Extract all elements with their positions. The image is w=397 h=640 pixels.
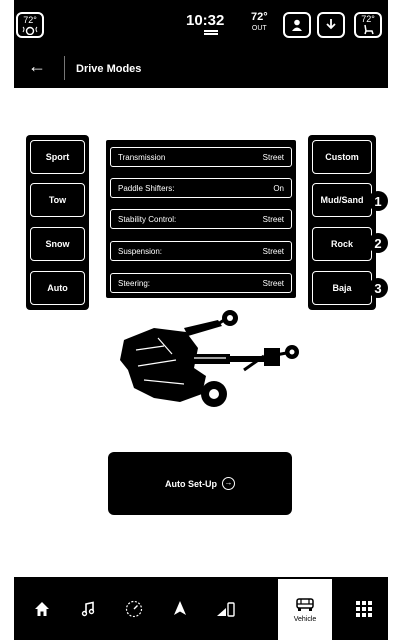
setting-name: Steering: <box>118 278 151 288</box>
setting-value: Street <box>262 278 284 288</box>
phone-signal-icon <box>217 601 235 617</box>
nav-apps[interactable] <box>346 577 382 640</box>
left-mode-column: Sport Tow Snow Auto <box>26 135 89 310</box>
nav-vehicle[interactable]: Vehicle <box>278 579 332 640</box>
setting-row-suspension[interactable]: Suspension: Street <box>110 241 292 261</box>
drive-modes-screen: 72° 10:32 72° OUT 72° ← Drive Modes Spor… <box>14 0 388 640</box>
custom-mode-button[interactable]: Custom <box>312 140 372 174</box>
auto-mode-button[interactable]: Auto <box>30 271 85 305</box>
download-button[interactable] <box>317 12 345 38</box>
heated-steering-wheel-icon <box>22 26 38 35</box>
auto-setup-label: Auto Set-Up <box>165 478 217 489</box>
page-title: Drive Modes <box>76 63 142 75</box>
bottom-nav-bar: Vehicle <box>14 577 388 640</box>
sport-mode-button[interactable]: Sport <box>30 140 85 174</box>
nav-vehicle-label: Vehicle <box>293 616 317 623</box>
right-climate-temp: 72° <box>361 14 375 24</box>
setting-value: Street <box>262 246 284 256</box>
nav-media[interactable] <box>70 577 106 640</box>
auto-setup-button[interactable]: Auto Set-Up → <box>108 452 292 515</box>
left-climate-button[interactable]: 72° <box>16 12 44 38</box>
setting-row-transmission[interactable]: Transmission Street <box>110 147 292 167</box>
setting-row-stability-control[interactable]: Stability Control: Street <box>110 209 292 229</box>
snow-mode-button[interactable]: Snow <box>30 227 85 261</box>
person-icon <box>292 19 302 31</box>
clock: 10:32 <box>186 12 225 29</box>
home-icon <box>35 601 49 616</box>
heated-seat-icon <box>364 24 374 35</box>
status-bar: 72° 10:32 72° OUT 72° <box>14 0 388 46</box>
setting-value: Street <box>262 152 284 162</box>
notification-handle[interactable] <box>204 33 218 35</box>
right-mode-column: Custom Mud/Sand Rock Baja <box>308 135 376 310</box>
setting-value: Street <box>262 214 284 224</box>
outside-temp-value: 72° <box>251 11 268 23</box>
drive-settings-panel: Transmission Street Paddle Shifters: On … <box>106 140 296 298</box>
outside-temp-label: OUT <box>251 25 267 32</box>
mud-sand-mode-button[interactable]: Mud/Sand <box>312 183 372 217</box>
left-climate-temp: 72° <box>23 14 37 25</box>
profile-button[interactable] <box>283 12 311 38</box>
setting-row-paddle-shifters[interactable]: Paddle Shifters: On <box>110 178 292 198</box>
gauge-icon <box>125 600 143 617</box>
setting-name: Stability Control: <box>118 214 177 224</box>
page-header: ← Drive Modes <box>14 46 388 88</box>
callout-3: 3 <box>368 278 388 298</box>
setting-name: Suspension: <box>118 246 163 256</box>
download-arrow-icon <box>326 19 336 30</box>
nav-navigation[interactable] <box>162 577 198 640</box>
callout-2: 2 <box>368 233 388 253</box>
nav-phone[interactable] <box>208 577 244 640</box>
rock-mode-button[interactable]: Rock <box>312 227 372 261</box>
baja-mode-button[interactable]: Baja <box>312 271 372 305</box>
setting-value: On <box>273 183 284 193</box>
nav-performance[interactable] <box>116 577 152 640</box>
music-note-icon <box>81 601 95 616</box>
compass-north-icon <box>174 600 186 615</box>
app-grid-icon <box>356 600 372 617</box>
setting-name: Transmission <box>118 152 166 162</box>
right-climate-button[interactable]: 72° <box>354 12 382 38</box>
header-divider <box>64 56 65 80</box>
back-arrow-icon[interactable]: ← <box>28 57 46 75</box>
drivetrain-illustration <box>120 310 299 407</box>
callout-1: 1 <box>368 191 388 211</box>
arrow-right-circle-icon: → <box>222 477 235 490</box>
outside-temperature: 72° OUT <box>251 12 268 34</box>
setting-row-steering[interactable]: Steering: Street <box>110 273 292 293</box>
vehicle-icon <box>296 598 314 611</box>
tow-mode-button[interactable]: Tow <box>30 183 85 217</box>
nav-home[interactable] <box>24 577 60 640</box>
setting-name: Paddle Shifters: <box>118 183 175 193</box>
